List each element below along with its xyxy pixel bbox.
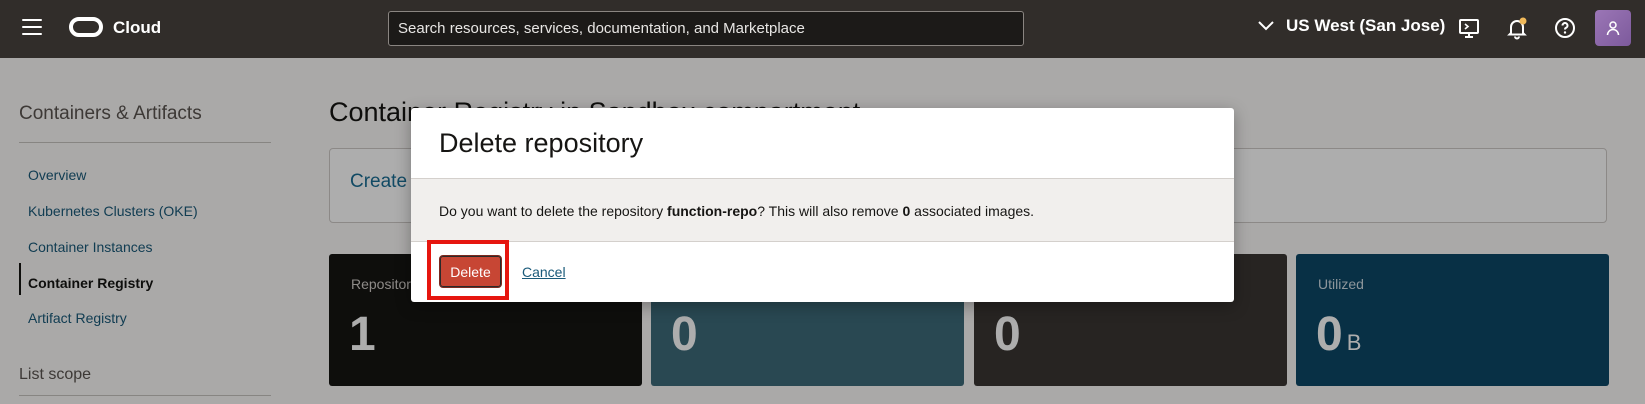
- delete-repository-dialog: Delete repository Do you want to delete …: [411, 108, 1234, 302]
- menu-icon[interactable]: [22, 19, 42, 35]
- region-selector[interactable]: US West (San Jose): [1258, 16, 1445, 36]
- chevron-down-icon: [1258, 21, 1274, 31]
- dialog-body: Do you want to delete the repository fun…: [411, 178, 1234, 242]
- bell-icon[interactable]: [1505, 16, 1529, 40]
- user-icon: [1606, 21, 1620, 36]
- oracle-logo-icon[interactable]: [69, 17, 103, 37]
- top-navigation-bar: Cloud US West (San Jose): [0, 0, 1645, 58]
- region-label: US West (San Jose): [1286, 16, 1446, 35]
- search-input[interactable]: [388, 11, 1024, 46]
- avatar[interactable]: [1595, 10, 1631, 46]
- dialog-title: Delete repository: [439, 128, 644, 158]
- repository-name: function-repo: [667, 203, 758, 219]
- dialog-message: Do you want to delete the repository fun…: [439, 203, 1035, 219]
- help-icon[interactable]: [1553, 16, 1577, 40]
- cloud-shell-icon[interactable]: [1457, 16, 1481, 40]
- brand-label[interactable]: Cloud: [113, 18, 161, 38]
- cancel-link[interactable]: Cancel: [522, 264, 566, 280]
- delete-button[interactable]: Delete: [439, 255, 502, 288]
